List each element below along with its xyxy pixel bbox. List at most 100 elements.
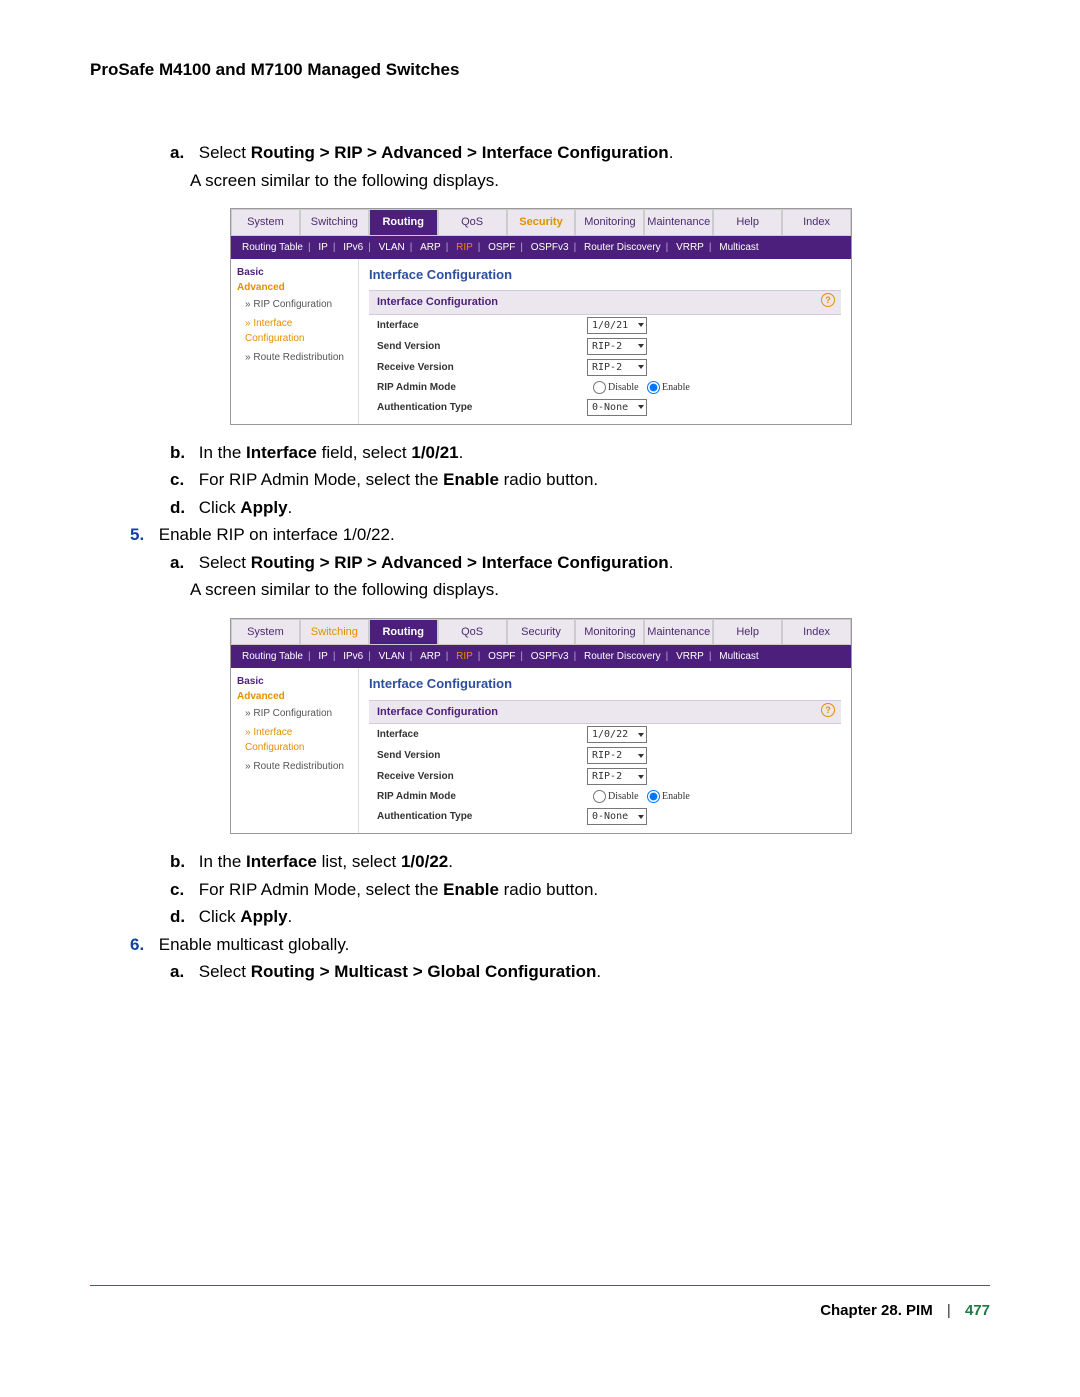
sidebar-advanced[interactable]: Advanced (237, 280, 352, 295)
tab-maintenance[interactable]: Maintenance (644, 619, 713, 646)
subtab[interactable]: OSPFv3 (528, 242, 572, 253)
label-send-version: Send Version (377, 748, 587, 763)
label-send-version: Send Version (377, 339, 587, 354)
tab-system[interactable]: System (231, 209, 300, 236)
tab-qos[interactable]: QoS (438, 619, 507, 646)
subtab[interactable]: VLAN (376, 242, 408, 253)
sidebar-item[interactable]: » RIP Configuration (237, 704, 352, 723)
subtab[interactable]: OSPF (485, 651, 518, 662)
subtab[interactable]: Routing Table (239, 242, 306, 253)
radio-disable-label: Disable (608, 791, 639, 802)
sidebar-basic[interactable]: Basic (237, 674, 352, 689)
tab-monitoring[interactable]: Monitoring (575, 619, 644, 646)
select-auth-type[interactable]: 0-None (587, 808, 647, 825)
subtab[interactable]: IPv6 (340, 651, 366, 662)
sidebar: Basic Advanced » RIP Configuration » Int… (231, 259, 359, 424)
radio-enable-label: Enable (662, 791, 690, 802)
step-a1-follow: A screen similar to the following displa… (190, 168, 990, 194)
sidebar-item[interactable]: » Route Redistribution (237, 757, 352, 776)
radio-enable[interactable] (647, 790, 660, 803)
radio-disable[interactable] (593, 381, 606, 394)
sidebar-item[interactable]: » Route Redistribution (237, 348, 352, 367)
tab-switching[interactable]: Switching (300, 619, 369, 646)
label-auth-type: Authentication Type (377, 809, 587, 824)
subtab[interactable]: OSPFv3 (528, 651, 572, 662)
screenshot-2: System Switching Routing QoS Security Mo… (230, 618, 852, 835)
panel-title: Interface Configuration (369, 265, 841, 285)
subtab[interactable]: IP (315, 242, 330, 253)
step-d1: d. Click Apply. (170, 495, 990, 521)
step-a2-follow: A screen similar to the following displa… (190, 577, 990, 603)
subtab[interactable]: ARP (417, 651, 444, 662)
label-interface: Interface (377, 318, 587, 333)
marker: 6. (130, 932, 154, 958)
select-send-version[interactable]: RIP-2 (587, 338, 647, 355)
tab-maintenance[interactable]: Maintenance (644, 209, 713, 236)
help-icon[interactable]: ? (821, 703, 835, 717)
subtab-rip[interactable]: RIP (453, 242, 476, 253)
step-5: 5. Enable RIP on interface 1/0/22. (130, 522, 990, 548)
select-interface[interactable]: 1/0/21 (587, 317, 647, 334)
step-c2: c. For RIP Admin Mode, select the Enable… (170, 877, 990, 903)
marker-a1: a. (170, 140, 194, 166)
panel-bar: Interface Configuration ? (369, 290, 841, 315)
radio-enable-label: Enable (662, 382, 690, 393)
tab-index[interactable]: Index (782, 209, 851, 236)
tab-switching[interactable]: Switching (300, 209, 369, 236)
subtab-rip[interactable]: RIP (453, 651, 476, 662)
label-receive-version: Receive Version (377, 769, 587, 784)
select-interface[interactable]: 1/0/22 (587, 726, 647, 743)
label-admin-mode: RIP Admin Mode (377, 789, 587, 804)
label-interface: Interface (377, 727, 587, 742)
tab-index[interactable]: Index (782, 619, 851, 646)
radio-disable-label: Disable (608, 382, 639, 393)
tab-routing[interactable]: Routing (369, 209, 438, 236)
subtab[interactable]: VRRP (673, 242, 707, 253)
select-send-version[interactable]: RIP-2 (587, 747, 647, 764)
subtab[interactable]: Routing Table (239, 651, 306, 662)
step-c1: c. For RIP Admin Mode, select the Enable… (170, 467, 990, 493)
tab-qos[interactable]: QoS (438, 209, 507, 236)
tab-security[interactable]: Security (507, 209, 576, 236)
page-number: 477 (965, 1302, 990, 1319)
tab-security[interactable]: Security (507, 619, 576, 646)
select-receive-version[interactable]: RIP-2 (587, 359, 647, 376)
step-6: 6. Enable multicast globally. (130, 932, 990, 958)
marker: b. (170, 440, 194, 466)
tab-help[interactable]: Help (713, 209, 782, 236)
footer-divider (90, 1285, 990, 1286)
select-auth-type[interactable]: 0-None (587, 399, 647, 416)
sidebar: Basic Advanced » RIP Configuration » Int… (231, 668, 359, 833)
label-auth-type: Authentication Type (377, 400, 587, 415)
select-receive-version[interactable]: RIP-2 (587, 768, 647, 785)
sidebar-item-interface-config[interactable]: » Interface Configuration (237, 314, 352, 348)
subtab[interactable]: Multicast (716, 242, 761, 253)
radio-enable[interactable] (647, 381, 660, 394)
nav-path: Routing > RIP > Advanced > Interface Con… (251, 143, 669, 162)
panel-bar: Interface Configuration ? (369, 700, 841, 725)
sidebar-advanced[interactable]: Advanced (237, 689, 352, 704)
subtab[interactable]: ARP (417, 242, 444, 253)
label-receive-version: Receive Version (377, 360, 587, 375)
label-admin-mode: RIP Admin Mode (377, 380, 587, 395)
help-icon[interactable]: ? (821, 293, 835, 307)
tab-help[interactable]: Help (713, 619, 782, 646)
chapter-label: Chapter 28. PIM (820, 1302, 933, 1319)
subtab[interactable]: IP (315, 651, 330, 662)
subtab[interactable]: OSPF (485, 242, 518, 253)
subtab[interactable]: VRRP (673, 651, 707, 662)
tab-system[interactable]: System (231, 619, 300, 646)
tab-monitoring[interactable]: Monitoring (575, 209, 644, 236)
sidebar-basic[interactable]: Basic (237, 265, 352, 280)
subtab[interactable]: Router Discovery (581, 242, 664, 253)
subtab[interactable]: Router Discovery (581, 651, 664, 662)
marker: a. (170, 959, 194, 985)
subtab[interactable]: IPv6 (340, 242, 366, 253)
sidebar-item-interface-config[interactable]: » Interface Configuration (237, 723, 352, 757)
subtab[interactable]: Multicast (716, 651, 761, 662)
tab-routing[interactable]: Routing (369, 619, 438, 646)
subtab[interactable]: VLAN (376, 651, 408, 662)
marker: d. (170, 904, 194, 930)
sidebar-item[interactable]: » RIP Configuration (237, 295, 352, 314)
radio-disable[interactable] (593, 790, 606, 803)
